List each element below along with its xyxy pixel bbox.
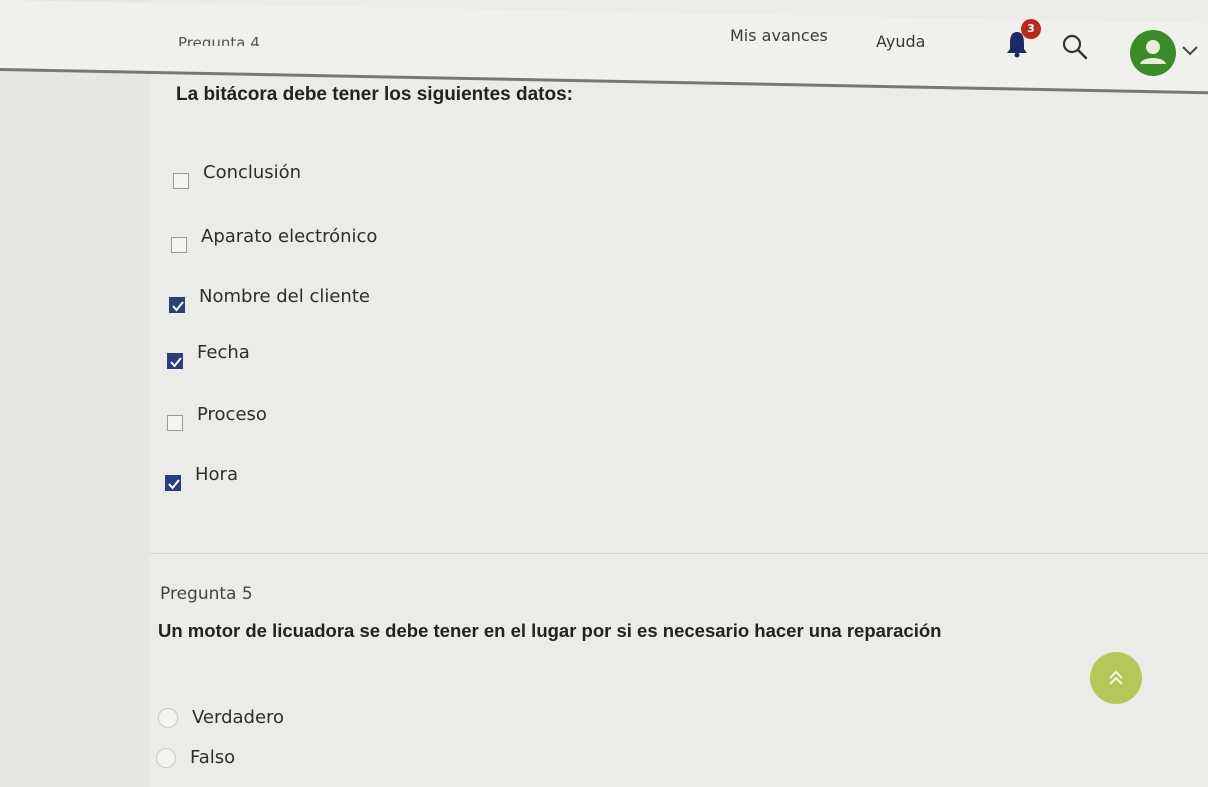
option-fecha[interactable]: Fecha (167, 342, 250, 369)
option-label: Verdadero (192, 707, 285, 728)
option-label: Proceso (197, 404, 267, 425)
question-5-text: Un motor de licuadora se debe tener en e… (158, 620, 942, 641)
notification-badge: 3 (1021, 19, 1041, 39)
checkbox[interactable] (167, 414, 183, 431)
option-nombre-del-cliente[interactable]: Nombre del cliente (169, 286, 370, 313)
option-aparato-electronico[interactable]: Aparato electrónico (171, 226, 378, 253)
double-chevron-up-icon (1109, 670, 1123, 685)
question-4-label: Pregunta 4 (178, 34, 260, 46)
checkbox-checked[interactable] (165, 474, 181, 491)
option-proceso[interactable]: Proceso (167, 404, 267, 431)
radio-button[interactable] (156, 747, 176, 768)
option-falso[interactable]: Falso (156, 747, 235, 768)
checkbox-checked[interactable] (169, 296, 185, 313)
question-5-label: Pregunta 5 (160, 584, 253, 604)
check-icon (170, 356, 182, 368)
nav-link-ayuda[interactable]: Ayuda (876, 32, 925, 51)
checkbox-checked[interactable] (167, 352, 183, 369)
question-4-text: La bitácora debe tener los siguientes da… (176, 84, 573, 105)
checkbox[interactable] (173, 172, 189, 189)
option-label: Fecha (197, 342, 250, 363)
nav-link-mis-avances[interactable]: Mis avances (730, 26, 828, 45)
check-icon (168, 478, 180, 490)
radio-button[interactable] (158, 707, 178, 728)
option-label: Falso (190, 747, 236, 768)
option-label: Nombre del cliente (199, 286, 370, 307)
scroll-to-top-button[interactable] (1090, 652, 1142, 704)
option-label: Hora (195, 464, 238, 485)
checkbox[interactable] (171, 236, 187, 253)
option-label: Aparato electrónico (201, 226, 378, 247)
search-icon[interactable] (1060, 32, 1090, 62)
chevron-down-icon[interactable] (1180, 42, 1200, 58)
option-hora[interactable]: Hora (165, 464, 238, 491)
question-divider (150, 553, 1208, 554)
option-conclusion[interactable]: Conclusión (173, 162, 302, 189)
option-label: Conclusión (203, 162, 302, 183)
option-verdadero[interactable]: Verdadero (158, 707, 284, 728)
user-avatar-icon[interactable] (1130, 30, 1176, 76)
check-icon (172, 300, 184, 312)
left-sidebar (0, 0, 150, 787)
